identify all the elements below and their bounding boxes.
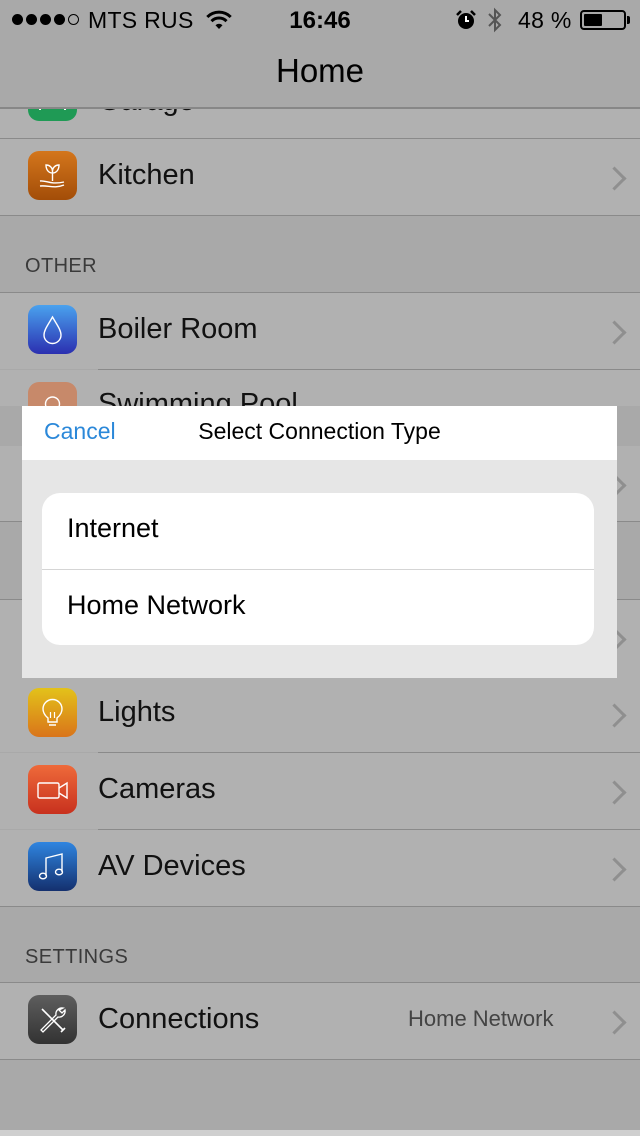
music-note-icon <box>28 842 77 891</box>
section-header-other: OTHER <box>25 255 97 277</box>
list-item-lights[interactable]: Lights <box>0 676 640 752</box>
pool-icon <box>28 382 77 406</box>
status-bar: MTS RUS 16:46 48 % <box>0 0 640 40</box>
row-label: Lights <box>98 696 176 728</box>
list-item-swimming-pool[interactable]: Swimming Pool <box>0 370 640 406</box>
tools-icon <box>28 995 77 1044</box>
divider <box>0 906 640 907</box>
options-card: Internet Home Network <box>42 493 594 645</box>
battery-icon <box>580 10 626 30</box>
option-internet[interactable]: Internet <box>42 493 594 569</box>
row-label: AV Devices <box>98 850 246 882</box>
list-item-kitchen[interactable]: Kitchen <box>0 139 640 215</box>
row-label: Swimming Pool <box>98 388 298 406</box>
chevron-right-icon <box>602 166 627 191</box>
row-label: Garage <box>98 109 195 118</box>
light-bulb-icon <box>28 688 77 737</box>
list-item-hidden <box>0 600 22 676</box>
list-item-boiler-room[interactable]: Boiler Room <box>0 293 640 369</box>
list-item-cameras[interactable]: Cameras <box>0 753 640 829</box>
list-item-connections[interactable]: Connections Home Network <box>0 983 640 1059</box>
chevron-right-icon <box>602 703 627 728</box>
row-label: Kitchen <box>98 159 195 191</box>
connection-type-sheet: Select Connection Type Cancel Internet H… <box>22 406 617 678</box>
chevron-right-icon <box>602 857 627 882</box>
option-label: Home Network <box>67 590 246 620</box>
divider <box>0 215 640 216</box>
sheet-header: Select Connection Type Cancel <box>22 406 617 460</box>
list-item-av-devices[interactable]: AV Devices <box>0 830 640 906</box>
cancel-button[interactable]: Cancel <box>44 418 116 445</box>
bluetooth-icon <box>486 7 504 33</box>
battery-percent: 48 % <box>518 7 572 33</box>
list-item-garage[interactable]: Garage <box>0 109 640 138</box>
page-title: Home <box>275 52 365 89</box>
row-label: Cameras <box>98 773 216 805</box>
row-label: Boiler Room <box>98 313 258 345</box>
battery-fill <box>584 14 602 26</box>
battery-tip <box>627 16 630 24</box>
water-drop-icon <box>28 305 77 354</box>
section-header-settings: SETTINGS <box>25 946 129 968</box>
option-label: Internet <box>67 513 159 543</box>
chevron-right-icon <box>602 320 627 345</box>
bottom-edge <box>0 1130 640 1136</box>
list-item-hidden <box>0 446 22 521</box>
list-item-hidden <box>602 600 640 676</box>
option-home-network[interactable]: Home Network <box>42 570 594 645</box>
video-camera-icon <box>28 765 77 814</box>
connection-type-value: Home Network <box>408 1006 554 1031</box>
row-label: Connections <box>98 1003 260 1035</box>
alarm-icon <box>455 9 477 31</box>
divider <box>0 1059 640 1060</box>
plant-icon <box>28 151 77 200</box>
list-item-hidden <box>602 446 640 521</box>
chevron-right-icon <box>602 780 627 805</box>
chevron-right-icon <box>602 1010 627 1035</box>
garage-icon <box>28 109 77 121</box>
